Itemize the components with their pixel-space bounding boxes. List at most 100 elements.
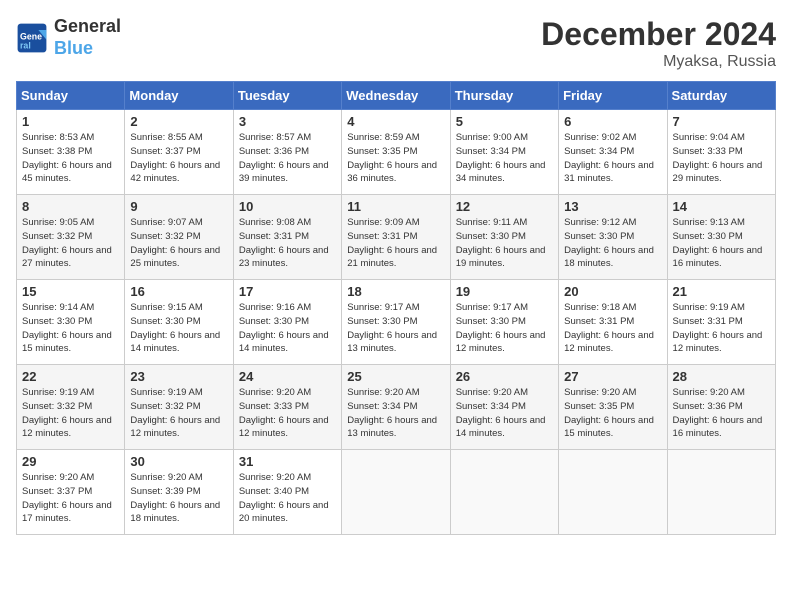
- weekday-header: Friday: [559, 82, 667, 110]
- logo-line2: Blue: [54, 38, 121, 60]
- logo-line1: General: [54, 16, 121, 38]
- day-number: 18: [347, 284, 444, 299]
- weekday-header: Saturday: [667, 82, 775, 110]
- day-number: 30: [130, 454, 227, 469]
- day-number: 16: [130, 284, 227, 299]
- location-title: Myaksa, Russia: [541, 53, 776, 71]
- day-info: Sunrise: 9:08 AMSunset: 3:31 PMDaylight:…: [239, 217, 329, 269]
- day-number: 19: [456, 284, 553, 299]
- calendar-day-cell: 22 Sunrise: 9:19 AMSunset: 3:32 PMDaylig…: [17, 365, 125, 450]
- day-number: 8: [22, 199, 119, 214]
- day-info: Sunrise: 9:20 AMSunset: 3:40 PMDaylight:…: [239, 472, 329, 524]
- day-number: 2: [130, 114, 227, 129]
- day-info: Sunrise: 9:20 AMSunset: 3:34 PMDaylight:…: [347, 387, 437, 439]
- day-info: Sunrise: 8:59 AMSunset: 3:35 PMDaylight:…: [347, 132, 437, 184]
- day-number: 10: [239, 199, 336, 214]
- calendar-day-cell: 23 Sunrise: 9:19 AMSunset: 3:32 PMDaylig…: [125, 365, 233, 450]
- weekday-header: Tuesday: [233, 82, 341, 110]
- calendar-day-cell: 2 Sunrise: 8:55 AMSunset: 3:37 PMDayligh…: [125, 110, 233, 195]
- day-number: 1: [22, 114, 119, 129]
- day-info: Sunrise: 9:07 AMSunset: 3:32 PMDaylight:…: [130, 217, 220, 269]
- day-info: Sunrise: 8:53 AMSunset: 3:38 PMDaylight:…: [22, 132, 112, 184]
- month-title: December 2024: [541, 16, 776, 53]
- calendar-day-cell: 4 Sunrise: 8:59 AMSunset: 3:35 PMDayligh…: [342, 110, 450, 195]
- calendar-day-cell: 14 Sunrise: 9:13 AMSunset: 3:30 PMDaylig…: [667, 195, 775, 280]
- calendar-day-cell: 7 Sunrise: 9:04 AMSunset: 3:33 PMDayligh…: [667, 110, 775, 195]
- calendar-day-cell: 24 Sunrise: 9:20 AMSunset: 3:33 PMDaylig…: [233, 365, 341, 450]
- calendar-day-cell: 16 Sunrise: 9:15 AMSunset: 3:30 PMDaylig…: [125, 280, 233, 365]
- calendar-day-cell: 30 Sunrise: 9:20 AMSunset: 3:39 PMDaylig…: [125, 450, 233, 535]
- day-number: 9: [130, 199, 227, 214]
- day-info: Sunrise: 9:20 AMSunset: 3:37 PMDaylight:…: [22, 472, 112, 524]
- day-number: 29: [22, 454, 119, 469]
- day-number: 23: [130, 369, 227, 384]
- calendar-week-row: 8 Sunrise: 9:05 AMSunset: 3:32 PMDayligh…: [17, 195, 776, 280]
- calendar-week-row: 29 Sunrise: 9:20 AMSunset: 3:37 PMDaylig…: [17, 450, 776, 535]
- day-number: 5: [456, 114, 553, 129]
- calendar-day-cell: 15 Sunrise: 9:14 AMSunset: 3:30 PMDaylig…: [17, 280, 125, 365]
- calendar-day-cell: 27 Sunrise: 9:20 AMSunset: 3:35 PMDaylig…: [559, 365, 667, 450]
- calendar-week-row: 15 Sunrise: 9:14 AMSunset: 3:30 PMDaylig…: [17, 280, 776, 365]
- day-number: 25: [347, 369, 444, 384]
- day-number: 12: [456, 199, 553, 214]
- day-info: Sunrise: 9:09 AMSunset: 3:31 PMDaylight:…: [347, 217, 437, 269]
- page-header: Gene ral General Blue December 2024 Myak…: [16, 16, 776, 71]
- day-info: Sunrise: 9:20 AMSunset: 3:33 PMDaylight:…: [239, 387, 329, 439]
- day-info: Sunrise: 9:19 AMSunset: 3:32 PMDaylight:…: [130, 387, 220, 439]
- day-info: Sunrise: 9:20 AMSunset: 3:36 PMDaylight:…: [673, 387, 763, 439]
- weekday-header: Wednesday: [342, 82, 450, 110]
- day-info: Sunrise: 9:05 AMSunset: 3:32 PMDaylight:…: [22, 217, 112, 269]
- calendar-day-cell: 20 Sunrise: 9:18 AMSunset: 3:31 PMDaylig…: [559, 280, 667, 365]
- calendar-day-cell: [559, 450, 667, 535]
- day-info: Sunrise: 9:02 AMSunset: 3:34 PMDaylight:…: [564, 132, 654, 184]
- logo: Gene ral General Blue: [16, 16, 121, 59]
- day-info: Sunrise: 8:57 AMSunset: 3:36 PMDaylight:…: [239, 132, 329, 184]
- day-number: 4: [347, 114, 444, 129]
- day-info: Sunrise: 9:04 AMSunset: 3:33 PMDaylight:…: [673, 132, 763, 184]
- day-number: 26: [456, 369, 553, 384]
- calendar-day-cell: 11 Sunrise: 9:09 AMSunset: 3:31 PMDaylig…: [342, 195, 450, 280]
- calendar-day-cell: 26 Sunrise: 9:20 AMSunset: 3:34 PMDaylig…: [450, 365, 558, 450]
- calendar-day-cell: 10 Sunrise: 9:08 AMSunset: 3:31 PMDaylig…: [233, 195, 341, 280]
- day-number: 14: [673, 199, 770, 214]
- day-info: Sunrise: 9:17 AMSunset: 3:30 PMDaylight:…: [456, 302, 546, 354]
- day-info: Sunrise: 9:13 AMSunset: 3:30 PMDaylight:…: [673, 217, 763, 269]
- calendar-header-row: SundayMondayTuesdayWednesdayThursdayFrid…: [17, 82, 776, 110]
- day-info: Sunrise: 9:20 AMSunset: 3:39 PMDaylight:…: [130, 472, 220, 524]
- calendar-day-cell: 29 Sunrise: 9:20 AMSunset: 3:37 PMDaylig…: [17, 450, 125, 535]
- day-number: 22: [22, 369, 119, 384]
- calendar-day-cell: 12 Sunrise: 9:11 AMSunset: 3:30 PMDaylig…: [450, 195, 558, 280]
- calendar-day-cell: [450, 450, 558, 535]
- calendar-day-cell: 9 Sunrise: 9:07 AMSunset: 3:32 PMDayligh…: [125, 195, 233, 280]
- weekday-header: Sunday: [17, 82, 125, 110]
- calendar-week-row: 22 Sunrise: 9:19 AMSunset: 3:32 PMDaylig…: [17, 365, 776, 450]
- day-info: Sunrise: 9:12 AMSunset: 3:30 PMDaylight:…: [564, 217, 654, 269]
- calendar-day-cell: 21 Sunrise: 9:19 AMSunset: 3:31 PMDaylig…: [667, 280, 775, 365]
- day-info: Sunrise: 9:14 AMSunset: 3:30 PMDaylight:…: [22, 302, 112, 354]
- day-info: Sunrise: 9:17 AMSunset: 3:30 PMDaylight:…: [347, 302, 437, 354]
- title-area: December 2024 Myaksa, Russia: [541, 16, 776, 71]
- day-number: 28: [673, 369, 770, 384]
- calendar-day-cell: 19 Sunrise: 9:17 AMSunset: 3:30 PMDaylig…: [450, 280, 558, 365]
- calendar-day-cell: 18 Sunrise: 9:17 AMSunset: 3:30 PMDaylig…: [342, 280, 450, 365]
- calendar-week-row: 1 Sunrise: 8:53 AMSunset: 3:38 PMDayligh…: [17, 110, 776, 195]
- day-info: Sunrise: 9:15 AMSunset: 3:30 PMDaylight:…: [130, 302, 220, 354]
- calendar-day-cell: 6 Sunrise: 9:02 AMSunset: 3:34 PMDayligh…: [559, 110, 667, 195]
- calendar-day-cell: 5 Sunrise: 9:00 AMSunset: 3:34 PMDayligh…: [450, 110, 558, 195]
- calendar-day-cell: 13 Sunrise: 9:12 AMSunset: 3:30 PMDaylig…: [559, 195, 667, 280]
- weekday-header: Monday: [125, 82, 233, 110]
- day-number: 27: [564, 369, 661, 384]
- calendar-day-cell: 17 Sunrise: 9:16 AMSunset: 3:30 PMDaylig…: [233, 280, 341, 365]
- svg-text:ral: ral: [20, 40, 31, 50]
- calendar-day-cell: 25 Sunrise: 9:20 AMSunset: 3:34 PMDaylig…: [342, 365, 450, 450]
- day-info: Sunrise: 9:20 AMSunset: 3:35 PMDaylight:…: [564, 387, 654, 439]
- day-info: Sunrise: 9:16 AMSunset: 3:30 PMDaylight:…: [239, 302, 329, 354]
- day-number: 20: [564, 284, 661, 299]
- day-info: Sunrise: 8:55 AMSunset: 3:37 PMDaylight:…: [130, 132, 220, 184]
- day-number: 24: [239, 369, 336, 384]
- weekday-header: Thursday: [450, 82, 558, 110]
- day-number: 11: [347, 199, 444, 214]
- calendar-day-cell: 1 Sunrise: 8:53 AMSunset: 3:38 PMDayligh…: [17, 110, 125, 195]
- calendar-day-cell: [667, 450, 775, 535]
- calendar-body: 1 Sunrise: 8:53 AMSunset: 3:38 PMDayligh…: [17, 110, 776, 535]
